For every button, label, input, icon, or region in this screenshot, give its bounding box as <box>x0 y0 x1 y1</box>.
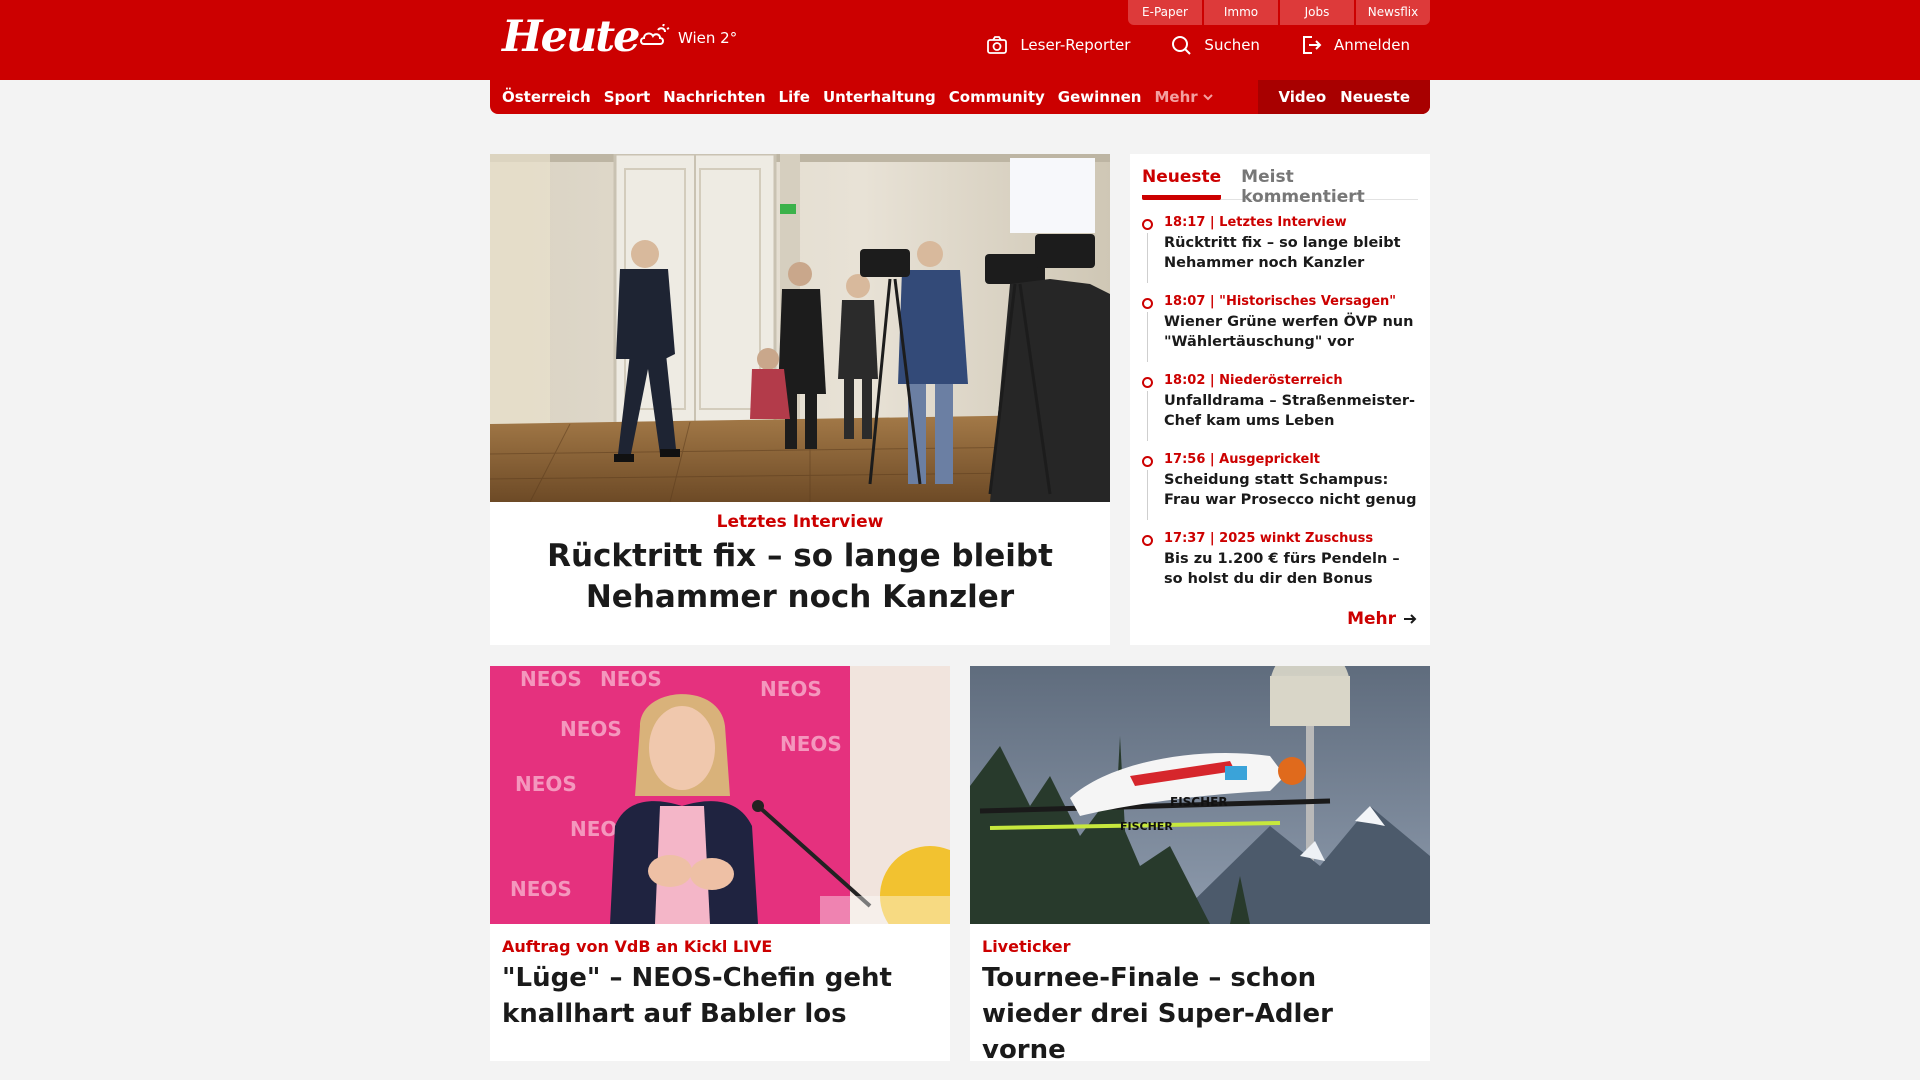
leser-reporter-button[interactable]: Leser-Reporter <box>986 34 1130 56</box>
news-timeline: 18:17 | Letztes Interview Rücktritt fix … <box>1142 214 1418 609</box>
hero-kicker: Letztes Interview <box>716 512 884 532</box>
login-button[interactable]: Anmelden <box>1300 34 1410 56</box>
article-card-tournee[interactable]: FISCHER FISCHER Liveticker Tournee-Final… <box>970 666 1430 1065</box>
backdrop-text: NEOS <box>560 717 622 741</box>
header-actions: Leser-Reporter Suchen Anmelden <box>986 34 1410 56</box>
util-tab-newsflix[interactable]: Newsflix <box>1356 0 1430 25</box>
search-icon <box>1172 36 1192 55</box>
camera-icon <box>987 36 1008 54</box>
sidebar-more-label: Mehr <box>1347 609 1396 629</box>
article-headline[interactable]: "Lüge" – NEOS-Chefin geht knallhart auf … <box>502 960 932 1032</box>
timeline-item[interactable]: 17:56 | Ausgeprickelt Scheidung statt Sc… <box>1142 451 1418 530</box>
util-tab-epaper[interactable]: E-Paper <box>1128 0 1202 25</box>
hero-headline[interactable]: Rücktritt fix – so lange bleibt Nehammer… <box>530 536 1070 618</box>
article-kicker: Liveticker <box>982 937 1071 956</box>
heute-logo[interactable]: Heute <box>502 14 640 60</box>
main-navigation: Österreich Sport Nachrichten Life Unterh… <box>490 80 1430 114</box>
arrow-right-icon <box>1404 614 1417 624</box>
weather-widget[interactable]: Wien 2° <box>638 24 737 52</box>
timeline-item[interactable]: 17:37 | 2025 winkt Zuschuss Bis zu 1.200… <box>1142 530 1418 609</box>
util-tab-immo[interactable]: Immo <box>1204 0 1278 25</box>
timeline-meta: 18:02 | Niederösterreich <box>1164 373 1343 388</box>
nav-item-oesterreich[interactable]: Österreich <box>502 88 591 106</box>
hero-article[interactable]: Letztes Interview Rücktritt fix – so lan… <box>490 154 1110 645</box>
timeline-item[interactable]: 18:02 | Niederösterreich Unfalldrama – S… <box>1142 372 1418 451</box>
nav-item-community[interactable]: Community <box>949 88 1045 106</box>
utility-tabs: E-Paper Immo Jobs Newsflix <box>1128 0 1430 25</box>
sidebar-more-link[interactable]: Mehr <box>1347 609 1418 629</box>
nav-item-unterhaltung[interactable]: Unterhaltung <box>823 88 936 106</box>
backdrop-text: NEOS <box>520 667 582 691</box>
chevron-down-icon <box>1202 94 1213 101</box>
login-label: Anmelden <box>1333 36 1410 54</box>
search-label: Suchen <box>1204 36 1260 54</box>
backdrop-text: NEOS <box>600 667 662 691</box>
nav-video[interactable]: Video <box>1278 88 1326 106</box>
tab-meist-kommentiert[interactable]: Meist kommentiert <box>1241 162 1418 207</box>
timeline-title[interactable]: Unfalldrama – Straßenmeister-Chef kam um… <box>1164 391 1418 431</box>
timeline-meta: 18:17 | Letztes Interview <box>1164 215 1347 230</box>
search-button[interactable]: Suchen <box>1170 34 1260 56</box>
nav-more-dropdown[interactable]: Mehr <box>1154 88 1213 106</box>
top-header: Heute Wien 2° E-Paper Immo Jobs Newsflix… <box>0 0 1920 80</box>
article-headline[interactable]: Tournee-Finale – schon wieder drei Super… <box>982 960 1412 1068</box>
nav-right-group: Video Neueste <box>1258 80 1430 114</box>
timeline-title[interactable]: Bis zu 1.200 € fürs Pendeln – so holst d… <box>1164 549 1418 589</box>
cloud-sun-icon <box>640 24 670 45</box>
backdrop-text: NEOS <box>515 772 577 796</box>
backdrop-text: NEOS <box>780 732 842 756</box>
timeline-meta: 18:07 | "Historisches Versagen" <box>1164 294 1397 309</box>
tab-neueste[interactable]: Neueste <box>1142 162 1222 200</box>
ski-brand-text: FISCHER <box>1170 795 1228 809</box>
timeline-meta: 17:37 | 2025 winkt Zuschuss <box>1164 531 1374 546</box>
article-image[interactable]: FISCHER FISCHER <box>970 666 1430 924</box>
timeline-item[interactable]: 18:17 | Letztes Interview Rücktritt fix … <box>1142 214 1418 293</box>
login-icon <box>1302 36 1322 54</box>
nav-item-sport[interactable]: Sport <box>604 88 650 106</box>
nav-more-label: Mehr <box>1154 88 1198 106</box>
article-image[interactable]: NEOS NEOS NEOS NEOS NEOS NEOS NEOS NEOS <box>490 666 950 924</box>
nav-latest[interactable]: Neueste <box>1340 88 1410 106</box>
hero-image[interactable] <box>490 154 1110 502</box>
article-kicker: Auftrag von VdB an Kickl LIVE <box>502 937 773 956</box>
timeline-title[interactable]: Scheidung statt Schampus: Frau war Prose… <box>1164 470 1418 510</box>
sidebar-tabs: Neueste Meist kommentiert <box>1142 162 1418 207</box>
weather-text: Wien 2° <box>678 29 738 47</box>
timeline-meta: 17:56 | Ausgeprickelt <box>1164 452 1321 467</box>
leser-reporter-label: Leser-Reporter <box>1020 36 1131 54</box>
timeline-title[interactable]: Wiener Grüne werfen ÖVP nun "Wählertäusc… <box>1164 312 1418 352</box>
nav-item-gewinnen[interactable]: Gewinnen <box>1058 88 1142 106</box>
timeline-item[interactable]: 18:07 | "Historisches Versagen" Wiener G… <box>1142 293 1418 372</box>
news-sidebar: Neueste Meist kommentiert 18:17 | Letzte… <box>1130 154 1430 645</box>
nav-item-life[interactable]: Life <box>779 88 810 106</box>
timeline-title[interactable]: Rücktritt fix – so lange bleibt Nehammer… <box>1164 233 1418 273</box>
util-tab-jobs[interactable]: Jobs <box>1280 0 1354 25</box>
backdrop-text: NEOS <box>510 877 572 901</box>
backdrop-text: NEOS <box>760 677 822 701</box>
article-card-neos[interactable]: NEOS NEOS NEOS NEOS NEOS NEOS NEOS NEOS Auftr… <box>490 666 950 1061</box>
nav-item-nachrichten[interactable]: Nachrichten <box>663 88 765 106</box>
ski-brand-text: FISCHER <box>1120 820 1173 833</box>
